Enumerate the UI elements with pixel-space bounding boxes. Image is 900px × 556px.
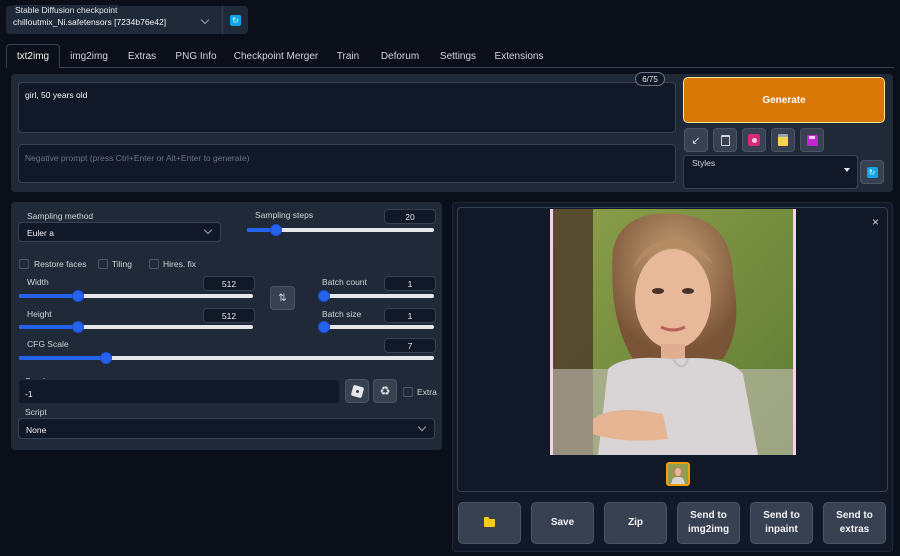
token-counter: 6/75 [635,72,665,86]
send-to-img2img-button[interactable]: Send to img2img [677,502,740,544]
chevron-down-icon [417,422,427,432]
output-panel: × Save Zip Send to img2img Send to inpai… [452,202,893,552]
checkpoint-panel: Stable Diffusion checkpoint chilloutmix_… [6,5,248,34]
save-style-button[interactable] [800,128,824,152]
generated-image[interactable] [550,209,796,455]
restore-faces-checkbox[interactable] [19,259,29,269]
sampling-steps-slider[interactable] [247,224,434,236]
sampling-steps-input[interactable]: 20 [384,209,436,224]
tab-extras[interactable]: Extras [118,44,166,68]
cfg-scale-input[interactable]: 7 [384,338,436,353]
restore-faces-label: Restore faces [34,259,87,269]
dropdown-arrow-icon [844,168,850,172]
trash-icon [720,134,730,146]
height-label: Height [27,309,52,319]
thumbnail-illustration [668,464,688,484]
hires-fix-label: Hires. fix [163,259,197,269]
picture-icon [748,134,760,146]
batch-count-slider[interactable] [318,290,434,302]
seed-input[interactable]: -1 [18,379,340,404]
tiling-label: Tiling [112,259,132,269]
cfg-scale-label: CFG Scale [27,339,69,349]
width-label: Width [27,277,49,287]
show-extra-networks-button[interactable] [742,128,766,152]
styles-dropdown[interactable]: Styles [683,155,858,189]
floppy-disk-icon [806,134,818,146]
open-folder-button[interactable] [458,502,521,544]
random-seed-button[interactable] [345,379,369,403]
send-to-inpaint-button[interactable]: Send to inpaint [750,502,813,544]
batch-size-slider[interactable] [318,321,434,333]
image-thumbnail[interactable] [666,462,690,486]
negative-prompt-placeholder: Negative prompt (press Ctrl+Enter or Alt… [25,153,250,163]
settings-panel: Sampling method Euler a Sampling steps 2… [11,202,442,450]
tab-train[interactable]: Train [328,44,368,68]
apply-style-button[interactable] [771,128,795,152]
close-icon[interactable]: × [872,215,879,229]
cfg-scale-slider[interactable] [19,352,434,364]
folder-icon [484,517,495,527]
checkpoint-dropdown[interactable]: chilloutmix_Ni.safetensors [7234b76e42] [10,14,216,32]
send-to-extras-button[interactable]: Send to extras [823,502,886,544]
checkpoint-refresh-button[interactable]: ↻ [222,6,248,34]
checkpoint-value: chilloutmix_Ni.safetensors [7234b76e42] [13,17,167,27]
save-button[interactable]: Save [531,502,594,544]
styles-label: Styles [692,158,716,168]
negative-prompt-input[interactable]: Negative prompt (press Ctrl+Enter or Alt… [18,144,676,183]
script-label: Script [25,407,47,417]
refresh-icon: ↻ [230,14,241,26]
sampling-method-label: Sampling method [27,211,94,221]
zip-button[interactable]: Zip [604,502,667,544]
recycle-icon: ♻ [379,384,391,398]
width-input[interactable]: 512 [203,276,255,291]
tab-settings[interactable]: Settings [432,44,484,68]
prompt-panel: girl, 50 years old 6/75 Negative prompt … [11,72,893,192]
sampling-method-value: Euler a [27,228,54,238]
tiling-checkbox[interactable] [98,259,108,269]
tab-png-info[interactable]: PNG Info [168,44,224,68]
styles-refresh-button[interactable]: ↻ [860,160,884,184]
chevron-down-icon [203,225,213,235]
extra-seed-checkbox[interactable] [403,387,413,397]
portrait-illustration [553,209,793,455]
batch-count-input[interactable]: 1 [384,276,436,291]
refresh-icon: ↻ [866,166,878,178]
script-dropdown[interactable]: None [18,418,435,439]
seed-value: -1 [25,389,33,399]
tab-txt2img[interactable]: txt2img [6,44,60,68]
swap-dimensions-button[interactable]: ⇅ [270,286,295,310]
read-params-button[interactable]: ↙ [684,128,708,152]
tab-checkpoint-merger[interactable]: Checkpoint Merger [226,44,326,68]
batch-size-label: Batch size [322,309,362,319]
reuse-seed-button[interactable]: ♻ [373,379,397,403]
tab-img2img[interactable]: img2img [62,44,116,68]
swap-icon: ⇅ [278,292,287,304]
clipboard-icon [778,134,788,146]
hires-fix-checkbox[interactable] [149,259,159,269]
chevron-down-icon [200,15,210,25]
sampling-method-dropdown[interactable]: Euler a [18,222,221,242]
sampling-steps-label: Sampling steps [255,210,314,220]
script-value: None [26,425,47,435]
extra-seed-label: Extra [417,387,437,397]
clear-prompt-button[interactable] [713,128,737,152]
prompt-input[interactable]: girl, 50 years old [18,82,676,133]
height-slider[interactable] [19,321,253,333]
arrow-icon: ↙ [691,134,701,147]
batch-count-label: Batch count [322,277,367,287]
tab-deforum[interactable]: Deforum [370,44,430,68]
generate-button[interactable]: Generate [683,77,885,123]
tab-extensions[interactable]: Extensions [486,44,552,68]
width-slider[interactable] [19,290,253,302]
prompt-text: girl, 50 years old [25,90,88,100]
image-viewer: × [457,207,888,492]
dice-icon [350,384,364,398]
